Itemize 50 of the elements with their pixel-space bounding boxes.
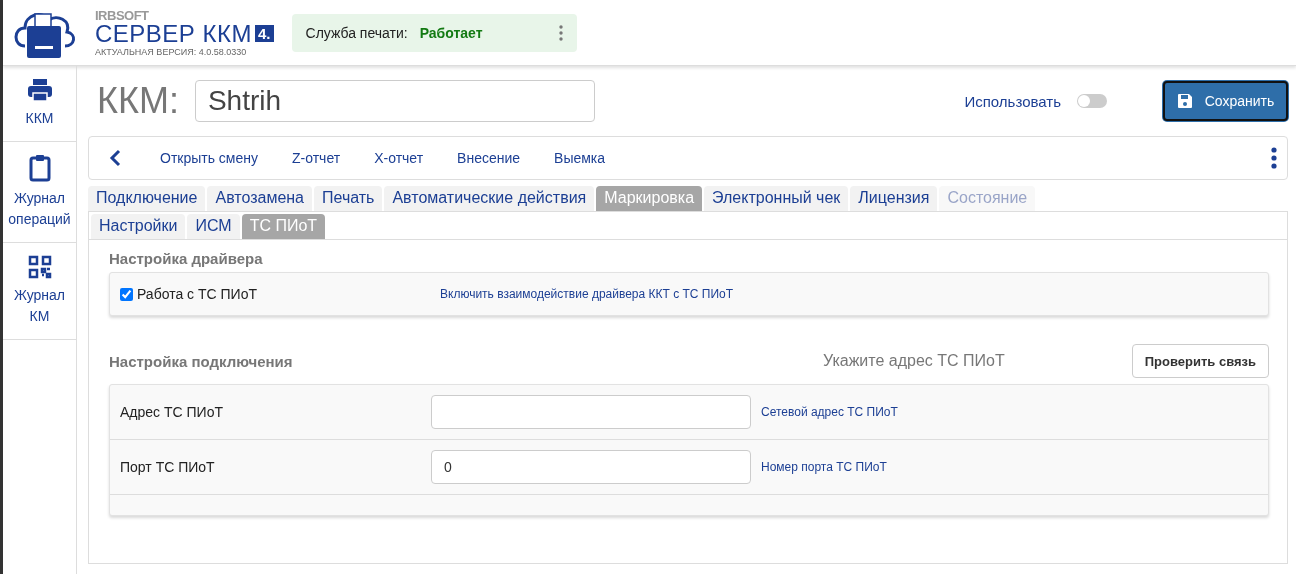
page-title: ККМ: bbox=[97, 80, 179, 122]
checkbox[interactable] bbox=[120, 287, 133, 301]
more-icon[interactable] bbox=[558, 24, 563, 41]
sidebar-item-label: Журнал операций bbox=[7, 189, 72, 229]
tab[interactable]: Автозамена bbox=[207, 186, 312, 211]
version-text: АКТУАЛЬНАЯ ВЕРСИЯ: 4.0.58.0330 bbox=[95, 47, 248, 57]
checkbox-label: Работа с ТС ПИоТ bbox=[137, 286, 257, 302]
toolbar-button[interactable]: Z-отчет bbox=[275, 150, 358, 166]
clipboard-icon bbox=[28, 154, 51, 182]
check-connection-button[interactable]: Проверить связь bbox=[1131, 344, 1269, 378]
field-label: Адрес ТС ПИоТ bbox=[120, 404, 224, 420]
hint-text: Сетевой адрес ТС ПИоТ bbox=[761, 405, 898, 419]
back-icon[interactable] bbox=[109, 149, 121, 167]
service-status: Работает bbox=[419, 24, 484, 41]
notice-text: Укажите адрес ТС ПИоТ bbox=[822, 352, 1005, 370]
toolbar-button[interactable]: Открыть смену bbox=[143, 150, 275, 166]
use-label: Использовать bbox=[964, 92, 1061, 110]
toolbar-button[interactable]: X-отчет bbox=[357, 150, 441, 166]
tab[interactable]: Печать bbox=[314, 186, 383, 211]
input-field[interactable] bbox=[431, 395, 751, 429]
sidebar-item[interactable]: ККМ bbox=[3, 66, 76, 142]
section-title: Настройка подключения bbox=[109, 352, 293, 370]
subtab[interactable]: Настройки bbox=[91, 214, 186, 239]
tab[interactable]: Лицензия bbox=[850, 186, 938, 211]
use-toggle[interactable] bbox=[1077, 94, 1107, 108]
tab[interactable]: Электронный чек bbox=[704, 186, 849, 211]
printer-icon bbox=[26, 78, 53, 102]
hint-text: Включить взаимодействие драйвера ККТ с ТС ПИоТ bbox=[440, 287, 734, 301]
tab[interactable]: Подключение bbox=[88, 186, 206, 211]
hint-text: Номер порта ТС ПИоТ bbox=[761, 460, 887, 474]
qr-code-icon bbox=[27, 255, 52, 279]
sidebar-item-label: ККМ bbox=[25, 109, 54, 128]
save-button[interactable]: Сохранить bbox=[1163, 81, 1288, 121]
subtab[interactable]: ИСМ bbox=[187, 214, 240, 239]
sidebar-item-label: Журнал КМ bbox=[12, 286, 67, 326]
toolbar-button[interactable]: Выемка bbox=[537, 150, 623, 166]
field-label: Порт ТС ПИоТ bbox=[120, 459, 216, 475]
toolbar-button[interactable]: Внесение bbox=[440, 150, 538, 166]
tab[interactable]: Автоматические действия bbox=[384, 186, 595, 211]
section-title: Настройка драйвера bbox=[109, 250, 264, 267]
service-label: Служба печати: bbox=[305, 24, 408, 41]
brand-name: СЕРВЕР ККМ bbox=[95, 21, 252, 46]
version-badge: 4. bbox=[255, 25, 274, 42]
save-icon bbox=[1176, 93, 1193, 109]
brand-caption: IRBSOFT bbox=[95, 8, 150, 22]
sidebar-item[interactable]: Журнал операций bbox=[3, 142, 76, 243]
name-field[interactable]: Shtrih bbox=[194, 80, 595, 122]
more-icon[interactable] bbox=[1271, 147, 1277, 169]
input-field[interactable]: 0 bbox=[431, 450, 751, 484]
sidebar-item[interactable]: Журнал КМ bbox=[3, 243, 76, 340]
